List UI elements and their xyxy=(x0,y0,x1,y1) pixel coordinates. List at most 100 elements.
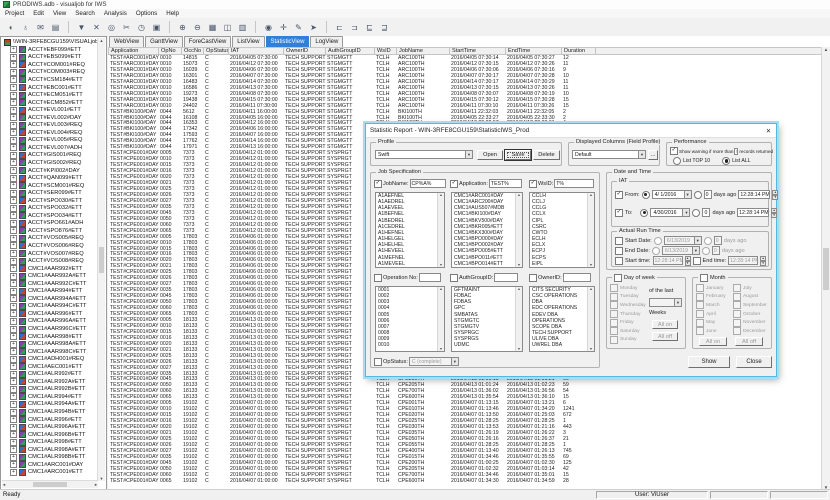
month-december-checkbox[interactable] xyxy=(733,327,741,336)
iat-to-time-input[interactable]: 12:28:14 PM xyxy=(737,208,770,217)
weeks-combobox[interactable]: ▼ xyxy=(649,298,682,307)
tree-item[interactable]: + ACCT#SER099#ETT xyxy=(2,189,98,197)
expand-icon[interactable]: + xyxy=(10,114,17,122)
zoom-in-icon[interactable]: ⊕ xyxy=(176,21,189,34)
tree-item[interactable]: + ACCT#EVL007#ADH xyxy=(2,144,98,152)
profile-open-button[interactable]: Open xyxy=(477,150,503,160)
expand-icon[interactable]: + xyxy=(10,257,17,265)
menu-item-project[interactable]: Project xyxy=(5,10,24,17)
month-may-checkbox[interactable] xyxy=(696,318,704,327)
application-listbox[interactable]: CMC1#ARC001#DAY CMC1#ARC200#DAY CMC1#AUS50… xyxy=(451,192,523,268)
tree-item[interactable]: + ACCT#VOS008#REQ xyxy=(2,257,98,265)
month-february-checkbox[interactable] xyxy=(696,292,704,301)
field-profile-combobox[interactable]: Default ▼ xyxy=(572,150,646,159)
table-view-icon[interactable]: ▦ xyxy=(206,21,219,34)
tree-item[interactable]: + ACCT#GIS001#REQ xyxy=(2,151,98,160)
menu-item-view[interactable]: View xyxy=(53,10,66,17)
art-end-days-input[interactable]: 0 xyxy=(711,246,720,255)
dow-thursday-checkbox[interactable] xyxy=(610,310,618,319)
tree-item[interactable]: + CMC1#ALR994B#ETT xyxy=(2,408,98,416)
tree-item[interactable]: + ACCT#EBC001#ETT xyxy=(2,84,98,92)
chevron-down-icon[interactable]: ▼ xyxy=(691,246,700,255)
expand-icon[interactable]: + xyxy=(10,219,17,227)
expand-icon[interactable]: + xyxy=(10,53,17,61)
tree-item[interactable]: + CMC1#AAR992A#ETT xyxy=(2,272,98,280)
tree-item[interactable]: + ACCT#EVL004#REQ xyxy=(2,129,98,137)
art-end-date-checkbox[interactable] xyxy=(615,246,623,255)
expand-icon[interactable]: + xyxy=(10,182,17,190)
tree-item[interactable]: + ACCT#SPO876#ETT xyxy=(2,227,98,235)
month-all-off-button[interactable]: All off xyxy=(735,337,763,346)
expand-icon[interactable]: + xyxy=(10,393,17,401)
tree-item[interactable]: + CMC1#AAR992C#ETT xyxy=(2,280,98,288)
time-spinner[interactable]: ▲ ▼ xyxy=(760,256,767,267)
profile-combobox[interactable]: Swift ▼ xyxy=(375,150,473,159)
authgroup-checkbox[interactable] xyxy=(450,273,458,282)
tree-item[interactable]: + ACCT#SCM001#REQ xyxy=(2,182,98,190)
month-january-checkbox[interactable] xyxy=(696,284,704,293)
expand-icon[interactable]: + xyxy=(10,106,17,114)
month-november-checkbox[interactable] xyxy=(733,318,741,327)
schedule-icon[interactable]: ◷ xyxy=(135,21,148,34)
detail-view-icon[interactable]: ▥ xyxy=(236,21,249,34)
owner-checkbox[interactable] xyxy=(529,273,537,282)
day-of-week-checkbox[interactable] xyxy=(614,274,622,282)
tree-item[interactable]: + ACCT#SPO032#ETT xyxy=(2,204,98,212)
art-start-date-picker[interactable]: 6/13/2019 ▼ xyxy=(663,236,702,245)
tree-item[interactable]: + ACCT#SPO030#ETT xyxy=(2,197,98,205)
expand-icon[interactable]: + xyxy=(10,234,17,242)
dow-all-off-button[interactable]: All off xyxy=(652,332,678,341)
expand-icon[interactable]: + xyxy=(10,333,17,341)
expand-icon[interactable]: + xyxy=(10,385,17,393)
show-button[interactable]: Show xyxy=(688,356,730,368)
iat-from-days-radio[interactable] xyxy=(693,190,702,199)
chevron-down-icon[interactable]: ▼ xyxy=(693,236,702,245)
tree-item[interactable]: + CMC1#ALR998A#ETT xyxy=(2,446,98,454)
list-scrollbar[interactable]: ▲ ▼ xyxy=(587,287,594,351)
expand-icon[interactable]: + xyxy=(10,167,17,175)
scroll-thumb[interactable] xyxy=(99,246,104,273)
expand-icon[interactable]: + xyxy=(10,250,17,258)
tree-item[interactable]: + CMC1#ALR994A#ETT xyxy=(2,400,98,409)
month-october-checkbox[interactable] xyxy=(733,310,741,319)
tree-item[interactable]: + CMC1#AAR994C#ETT xyxy=(2,302,98,311)
chevron-down-icon[interactable]: ▼ xyxy=(465,150,473,159)
form-icon[interactable]: ▣ xyxy=(150,21,163,34)
chevron-down-icon[interactable]: ▼ xyxy=(674,298,682,307)
preview-icon[interactable]: ◉ xyxy=(262,21,275,34)
tree-item[interactable]: + CMC1#ALR992#ETT xyxy=(2,370,98,379)
tree-item[interactable]: + CMC1#ALR998B#ETT xyxy=(2,453,98,462)
expand-icon[interactable]: + xyxy=(10,416,17,424)
zoom-out-icon[interactable]: ⊖ xyxy=(191,21,204,34)
scroll-left-icon[interactable]: ◄ xyxy=(2,482,6,487)
expand-icon[interactable]: + xyxy=(10,302,17,310)
list-item[interactable]: A1AEFNEL xyxy=(376,267,444,268)
cut-icon[interactable]: ✂ xyxy=(120,21,133,34)
wsid-listbox[interactable]: CCLH CCLJ CCLG CCLX CIPL CSRC CWTO ECLH ECLX ECPJ… xyxy=(529,192,595,268)
tree-item[interactable]: + CMC1#ALR996A#ETT xyxy=(2,423,98,431)
expand-icon[interactable]: + xyxy=(10,325,17,333)
expand-icon[interactable]: + xyxy=(10,453,17,461)
operation-no-checkbox[interactable] xyxy=(374,273,382,282)
tree-item[interactable]: + ACCT#EVL002#DAY xyxy=(2,114,98,122)
month-july-checkbox[interactable] xyxy=(733,284,741,293)
expand-icon[interactable]: + xyxy=(10,99,17,107)
tree-item[interactable]: + CMC1#AAR998A#ETT xyxy=(2,340,98,348)
wsid-checkbox[interactable] xyxy=(529,179,537,188)
scroll-thumb[interactable] xyxy=(823,247,829,290)
iat-from-time-input[interactable]: 12:28:14 PM xyxy=(738,190,771,199)
month-april-checkbox[interactable] xyxy=(696,310,704,319)
expand-icon[interactable]: + xyxy=(10,280,17,288)
tree-item[interactable]: + ACCT#SPO661#ADH xyxy=(2,219,98,228)
expand-icon[interactable]: + xyxy=(10,348,17,356)
chevron-down-icon[interactable]: ▼ xyxy=(450,357,459,366)
list-top10-radio[interactable] xyxy=(673,157,681,165)
expand-icon[interactable]: + xyxy=(10,355,17,363)
tree-item[interactable]: + ACCT#EVL005#REQ xyxy=(2,136,98,145)
filter-icon[interactable]: ▼ xyxy=(75,21,88,34)
list-item[interactable]: 0010 xyxy=(376,342,444,348)
iat-from-checkbox[interactable] xyxy=(615,190,623,199)
chevron-down-icon[interactable]: ▼ xyxy=(638,150,646,159)
web-view-icon[interactable]: ♁ xyxy=(19,21,32,34)
list-item[interactable]: EWTO xyxy=(530,267,594,268)
